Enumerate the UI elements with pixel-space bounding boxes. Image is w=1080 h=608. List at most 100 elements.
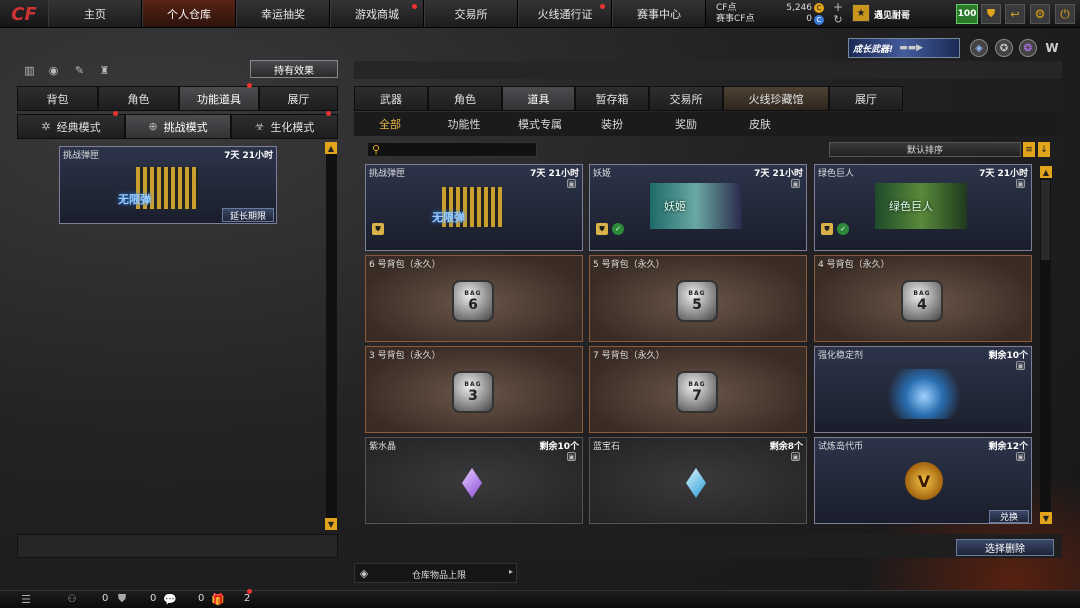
scroll-up-icon[interactable]: ▲ <box>1040 166 1052 178</box>
add-currency-icon[interactable]: + <box>832 0 844 14</box>
item-card[interactable]: 试炼岛代币 剩余12个 ▣ V 兑换 <box>814 437 1032 524</box>
subtab-dressup[interactable]: 装扮 <box>586 115 638 133</box>
item-card[interactable]: 7 号背包（永久） BAG 7 <box>589 346 807 433</box>
item-card[interactable]: 紫水晶 剩余10个 ▣ <box>365 437 583 524</box>
lock-icon: ▣ <box>567 452 576 461</box>
left-scrollbar[interactable] <box>326 142 337 530</box>
subtab-all[interactable]: 全部 <box>364 115 416 133</box>
item-card[interactable]: 5 号背包（永久） BAG 5 <box>589 255 807 342</box>
nav-home[interactable]: 主页 <box>48 0 142 27</box>
redeem-button[interactable]: 兑换 <box>989 510 1029 523</box>
left-item-card[interactable]: 挑战弹匣 7天 21小时 无限弹 延长期限 <box>59 146 277 224</box>
subtab-mode[interactable]: 模式专属 <box>510 115 570 133</box>
shield-icon[interactable]: ⛊ <box>981 4 1001 24</box>
list-view-icon[interactable]: ≡ <box>1023 142 1035 157</box>
friends-count: 0 <box>102 593 109 604</box>
token-icon: V <box>905 462 943 500</box>
select-delete-button[interactable]: 选择删除 <box>956 539 1054 556</box>
nav-battle-pass-label: 火线通行证 <box>537 7 593 21</box>
item-art-text: 无限弹 <box>432 211 465 224</box>
mode-classic[interactable]: ✲ 经典模式 <box>17 111 125 139</box>
item-time: 7天 21小时 <box>224 151 273 161</box>
item-art-text: 无限弹 <box>118 193 151 206</box>
eye-icon[interactable]: ◉ <box>46 63 61 77</box>
right-tab-role[interactable]: 角色 <box>428 86 502 111</box>
gear-icon[interactable]: ⚙ <box>1030 4 1050 24</box>
right-tab-items[interactable]: 道具 <box>502 86 575 111</box>
item-name: 挑战弹匣 <box>369 169 406 179</box>
chat-icon[interactable]: 💬 <box>162 592 178 606</box>
scroll-up-icon[interactable]: ▲ <box>325 142 337 154</box>
left-tab-bag[interactable]: 背包 <box>17 86 98 111</box>
refresh-icon[interactable]: ↻ <box>832 13 844 26</box>
right-tab-exchange[interactable]: 交易所 <box>649 86 723 111</box>
right-tab-weapon-label: 武器 <box>380 92 402 106</box>
scroll-thumb[interactable] <box>1041 180 1050 260</box>
left-tab-hall[interactable]: 展厅 <box>259 86 338 111</box>
return-icon[interactable]: ↩ <box>1005 4 1025 24</box>
right-tab-storage[interactable]: 暂存箱 <box>575 86 649 111</box>
subtab-reward[interactable]: 奖励 <box>660 115 712 133</box>
badge-orbit-icon[interactable]: ✪ <box>995 39 1013 57</box>
bag-icon[interactable]: ♜ <box>97 63 112 77</box>
badge-gem-icon[interactable]: ❂ <box>1019 39 1037 57</box>
left-tab-items[interactable]: 功能道具 <box>179 83 259 111</box>
level-badge: 100 <box>956 4 978 24</box>
bag-number: 5 <box>692 296 702 313</box>
item-card[interactable]: 强化稳定剂 剩余10个 ▣ <box>814 346 1032 433</box>
expand-arrow-icon[interactable]: ▸ <box>509 567 513 576</box>
notification-dot <box>600 4 605 9</box>
currency-box: CF点 5,246 赛事CF点 0 <box>716 3 846 25</box>
sort-dropdown[interactable]: 默认排序 <box>829 142 1021 157</box>
mode-zombie[interactable]: ☣ 生化模式 <box>231 111 338 139</box>
lock-icon: ▣ <box>791 179 800 188</box>
layers-icon: ◈ <box>359 566 369 580</box>
badge-w-icon[interactable]: W <box>1043 39 1061 57</box>
game-logo[interactable]: CF <box>4 2 44 26</box>
right-tab-weapon[interactable]: 武器 <box>354 86 428 111</box>
right-tab-hall[interactable]: 展厅 <box>829 86 903 111</box>
mode-zombie-label: 生化模式 <box>270 120 315 134</box>
bag-icon: BAG 6 <box>452 280 494 322</box>
stats-icon[interactable]: ▥ <box>22 63 37 77</box>
sort-order-icon[interactable]: ↓ <box>1038 142 1050 157</box>
nav-shop[interactable]: 游戏商城 <box>330 0 424 27</box>
nav-lucky-draw-label: 幸运抽奖 <box>261 7 305 21</box>
gift-icon[interactable]: 🎁 <box>210 592 226 606</box>
item-card[interactable]: 3 号背包（永久） BAG 3 <box>365 346 583 433</box>
mode-challenge[interactable]: ⊕ 挑战模式 <box>125 114 231 139</box>
right-header-strip <box>354 61 1062 79</box>
bag-number: 7 <box>692 387 702 404</box>
item-card[interactable]: 挑战弹匣 7天 21小时 ▣ 无限弹 ⛊ <box>365 164 583 251</box>
nav-exchange[interactable]: 交易所 <box>424 0 518 27</box>
scroll-down-icon[interactable]: ▼ <box>325 518 337 530</box>
hold-effect-button[interactable]: 持有效果 <box>250 60 338 78</box>
nav-events[interactable]: 赛事中心 <box>612 0 706 27</box>
left-tab-role[interactable]: 角色 <box>98 86 179 111</box>
username[interactable]: 遇见耐哥 <box>874 8 910 21</box>
clan-icon[interactable]: ⛊ <box>114 592 130 606</box>
subtab-functional[interactable]: 功能性 <box>438 115 490 133</box>
right-tab-collection[interactable]: 火线珍藏馆 <box>723 86 829 111</box>
item-card[interactable]: 绿色巨人 7天 21小时 ▣ 绿色巨人 ⛊ ✓ <box>814 164 1032 251</box>
badge-shield-icon[interactable]: ◈ <box>970 39 988 57</box>
nav-lucky-draw[interactable]: 幸运抽奖 <box>236 0 330 27</box>
friends-icon[interactable]: ⚇ <box>64 592 80 606</box>
search-input[interactable] <box>367 142 537 157</box>
menu-icon[interactable]: ☰ <box>18 592 34 606</box>
power-icon[interactable]: ⏻ <box>1055 4 1075 24</box>
item-card[interactable]: 4 号背包（永久） BAG 4 <box>814 255 1032 342</box>
subtab-skin[interactable]: 皮肤 <box>734 115 786 133</box>
bag-number: 3 <box>468 387 478 404</box>
nav-battle-pass[interactable]: 火线通行证 <box>518 0 612 27</box>
nav-warehouse[interactable]: 个人仓库 <box>142 0 236 27</box>
logo-text: CF <box>11 3 37 25</box>
growth-weapon-banner[interactable]: 成长武器! ▬▬▶ <box>848 38 960 58</box>
item-card[interactable]: 蓝宝石 剩余8个 ▣ <box>589 437 807 524</box>
brush-icon[interactable]: ✎ <box>72 63 87 77</box>
scroll-down-icon[interactable]: ▼ <box>1040 512 1052 524</box>
item-card[interactable]: 6 号背包（永久） BAG 6 <box>365 255 583 342</box>
item-card[interactable]: 妖姬 7天 21小时 ▣ 妖姬 ⛊ ✓ <box>589 164 807 251</box>
extend-button[interactable]: 延长期限 <box>222 208 274 222</box>
right-tab-items-label: 道具 <box>527 92 550 106</box>
